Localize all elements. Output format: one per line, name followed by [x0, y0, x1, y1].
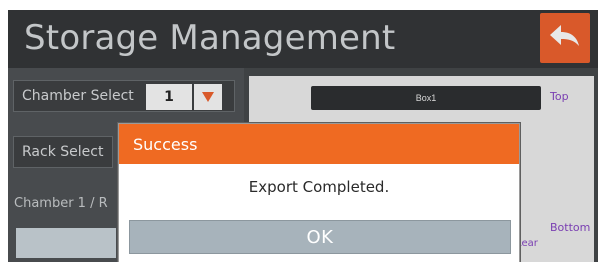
bottom-field[interactable]	[16, 228, 116, 258]
box-1[interactable]: Box1	[311, 86, 541, 110]
chamber-select-value[interactable]: 1	[146, 84, 192, 110]
bottom-label: Bottom	[550, 221, 591, 234]
ok-button[interactable]: OK	[129, 220, 511, 254]
chamber-rack-path: Chamber 1 / R	[14, 196, 108, 211]
storage-management-screen: Storage Management Chamber Select 1 Rack…	[8, 10, 598, 262]
chamber-select[interactable]: Chamber Select 1	[13, 80, 235, 112]
back-button[interactable]	[540, 13, 590, 63]
rack-select[interactable]: Rack Select	[13, 136, 113, 168]
dialog-message: Export Completed.	[248, 178, 390, 196]
dialog-title: Success	[119, 124, 519, 164]
page-title: Storage Management	[24, 18, 396, 58]
chamber-select-label: Chamber Select	[22, 88, 134, 104]
back-arrow-icon	[548, 23, 582, 54]
success-dialog: Success Export Completed. OK	[118, 123, 520, 262]
dropdown-triangle-icon[interactable]	[194, 84, 222, 110]
top-label: Top	[550, 90, 569, 103]
header-bar: Storage Management	[8, 10, 598, 68]
rack-select-label: Rack Select	[22, 144, 104, 160]
